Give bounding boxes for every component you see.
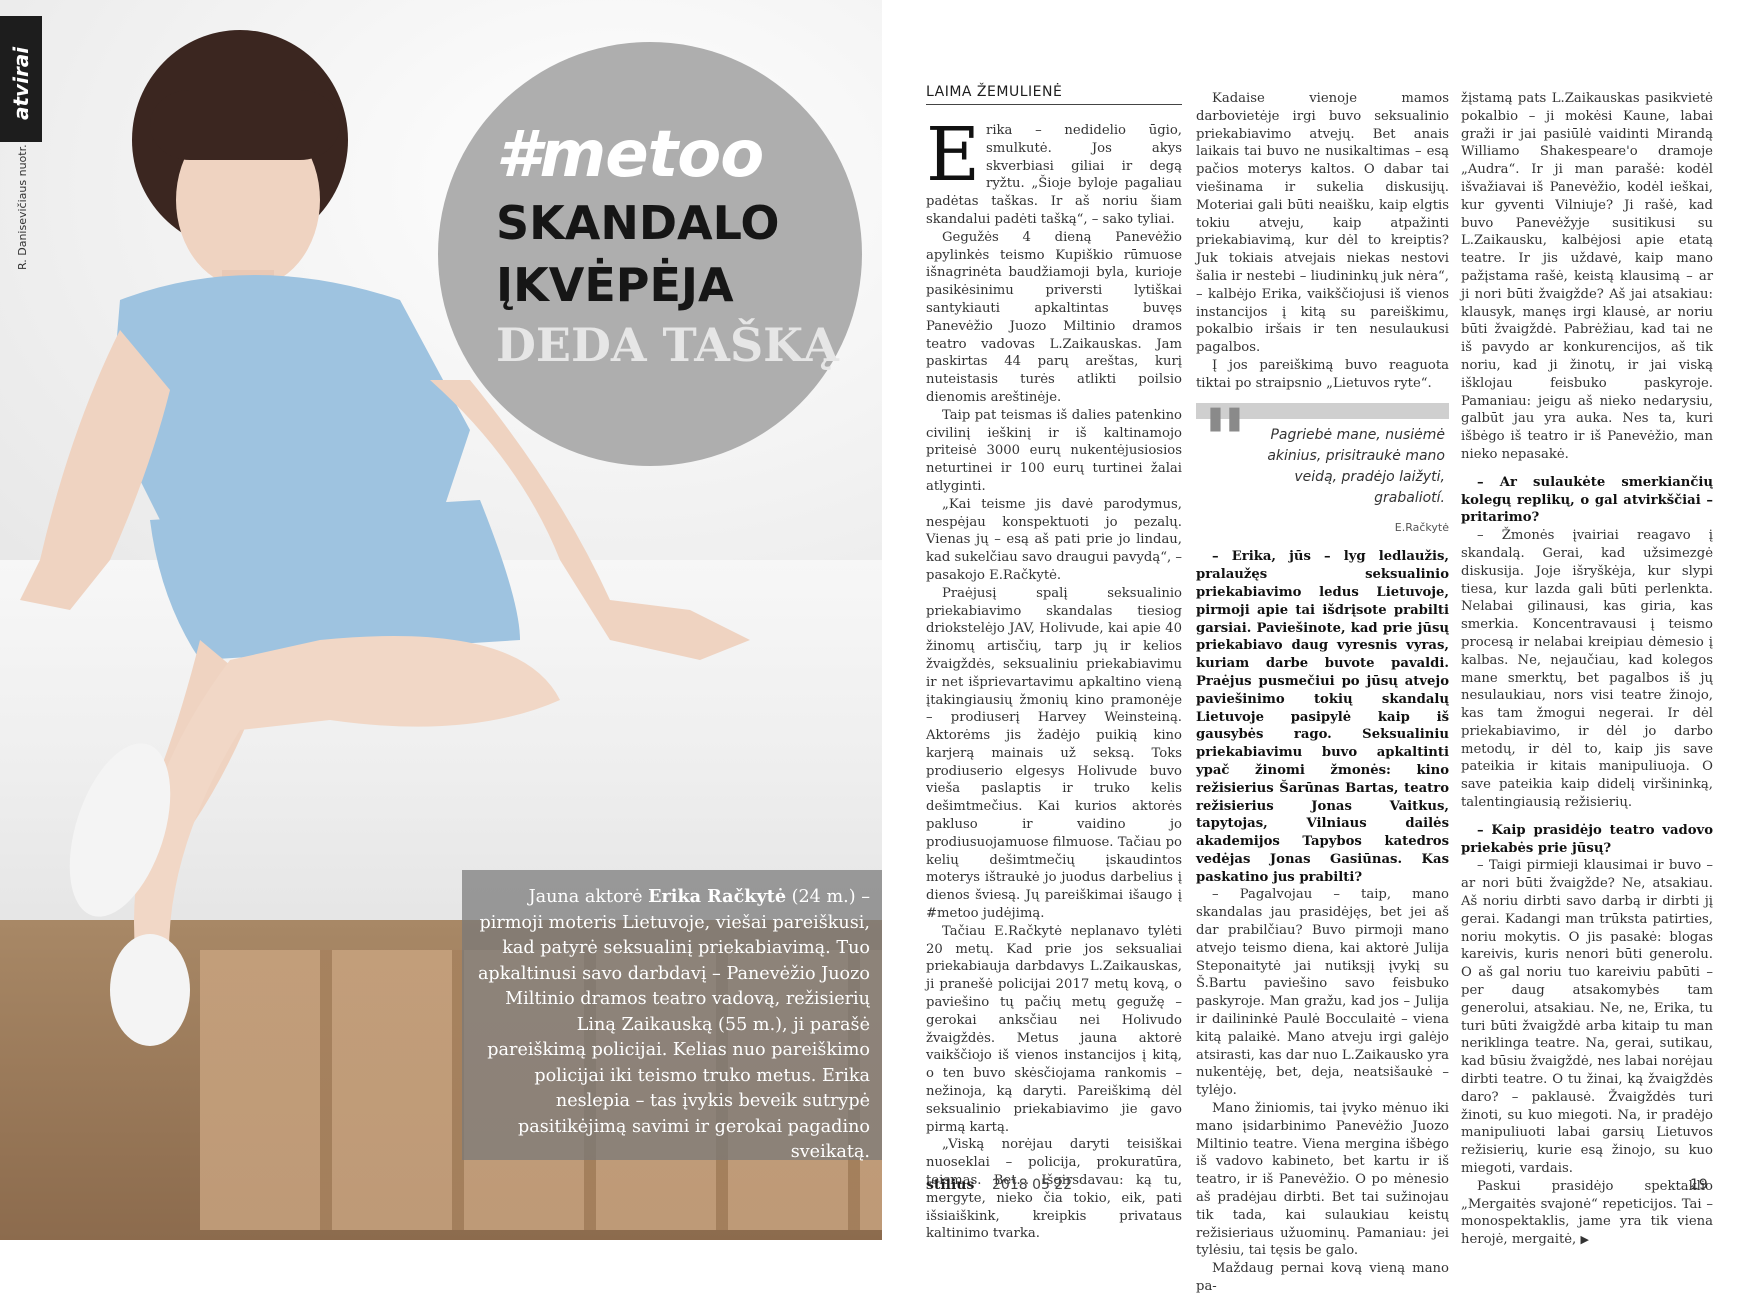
page-number: 19 [1690, 1177, 1708, 1193]
quote-mark-icon: " [1202, 388, 1248, 493]
cover-photo: atvirai R. Danisevičiaus nuotr. #metoo S… [0, 0, 882, 1240]
article-paragraph: Gegužės 4 dieną Panevėžio apylinkės teis… [926, 229, 1182, 405]
article-paragraph: Praėjusį spalį seksualinio priekabiavimo… [926, 585, 1182, 922]
photo-credit: R. Danisevičiaus nuotr. [16, 144, 29, 270]
interview-question: – Erika, jūs – lyg ledlaužis, pralaužęs … [1196, 549, 1449, 885]
headline-line-1: SKANDALO [496, 196, 780, 250]
drop-cap: E [926, 112, 981, 198]
headline-line-2: ĮKVĖPĖJA [496, 258, 734, 312]
photo-caption: Jauna aktorė Erika Račkytė (24 m.) – pir… [476, 884, 870, 1166]
article-column-1: Erika – nedidelio ūgio, smulkutė. Jos ak… [926, 112, 1182, 1243]
footer-brand: stilius [926, 1177, 975, 1193]
article-paragraph: Į jos pareiškimą buvo reaguota tiktai po… [1196, 357, 1449, 391]
interview-answer: Mano žiniomis, tai įvyko mėnuo iki mano … [1196, 1101, 1449, 1259]
article-paragraph: „Kai teisme jis davė parodymus, nespėjau… [926, 496, 1182, 583]
article-column-3: žįstamą pats L.Zaikauskas pasikvietė pok… [1461, 90, 1713, 1249]
article-paragraph: Kadaise vienoje mamos darbovietėje irgi … [1196, 91, 1449, 356]
caption-text: (24 m.) – pirmoji moteris Lietuvoje, vie… [477, 887, 870, 1162]
article-column-2: Kadaise vienoje mamos darbovietėje irgi … [1196, 90, 1449, 1296]
interview-answer: Maždaug pernai kovą vieną mano pa- [1196, 1261, 1449, 1295]
pull-quote-author: E.Račkytė [1394, 520, 1449, 534]
headline-circle [438, 42, 862, 466]
headline-line-3: DEDA TAŠKĄ [496, 318, 839, 372]
article-paragraph: Tačiau E.Račkytė neplanavo tylėti 20 met… [926, 923, 1182, 1135]
caption-lead: Jauna aktorė [528, 887, 649, 907]
headline-hashtag: #metoo [496, 118, 764, 192]
interview-answer: – Pagalvojau – taip, mano skandalas jau … [1196, 887, 1449, 1099]
interview-answer: Paskui prasidėjo spektaklio „Mergaitės s… [1461, 1178, 1713, 1249]
section-tab-label: atvirai [9, 46, 33, 120]
interview-answer: – Žmonės įvairiai reagavo į skandalą. Ge… [1461, 528, 1713, 811]
pull-quote: " Pagriebė mane, nusiėmė akinius, prisit… [1196, 397, 1449, 537]
article-paragraph: Erika – nedidelio ūgio, smulkutė. Jos ak… [926, 112, 1182, 229]
footer-date: 2018 05 22 [992, 1177, 1073, 1193]
interview-answer: – Taigi pirmieji klausimai ir buvo – ar … [1461, 858, 1713, 1177]
article-paragraph: Taip pat teismas iš dalies patenkino civ… [926, 407, 1182, 494]
pull-quote-text: Pagriebė mane, nusiėmė akinius, prisitra… [1267, 426, 1445, 506]
byline-rule [926, 104, 1182, 105]
caption-name: Erika Račkytė [648, 886, 787, 907]
article-paragraph: žįstamą pats L.Zaikauskas pasikvietė pok… [1461, 91, 1713, 462]
section-tab: atvirai [0, 16, 42, 142]
interview-question: – Kaip prasidėjo teatro vadovo priekabės… [1461, 822, 1713, 856]
interview-question: – Ar sulaukėte smerkiančių kolegų replik… [1461, 474, 1713, 526]
author-byline: LAIMA ŽEMULIENĖ [926, 84, 1063, 100]
